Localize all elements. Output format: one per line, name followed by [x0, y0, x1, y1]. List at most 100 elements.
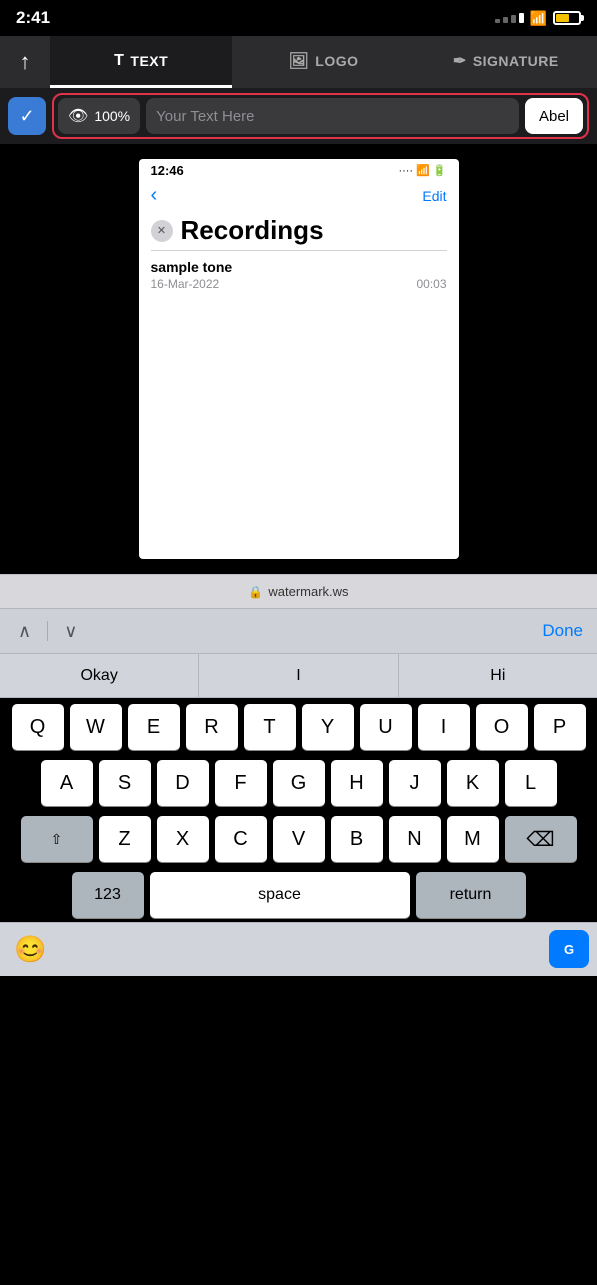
back-icon: ↑: [20, 49, 31, 75]
status-time: 2:41: [16, 8, 50, 28]
emoji-button[interactable]: 😊: [14, 934, 46, 965]
confirm-button[interactable]: ✓: [8, 97, 46, 135]
phone-screen: 12:46 ···· 📶 🔋 ‹ Edit ✕ Recordings sampl…: [139, 159, 459, 559]
key-o[interactable]: O: [476, 704, 528, 750]
font-selector[interactable]: Abel: [525, 98, 583, 134]
phone-signal-icon: ····: [398, 165, 413, 177]
keyboard-row-4: 123 space return: [4, 872, 593, 918]
key-h[interactable]: H: [331, 760, 383, 806]
key-v[interactable]: V: [273, 816, 325, 862]
signal-icon: [495, 13, 524, 23]
key-w[interactable]: W: [70, 704, 122, 750]
key-u[interactable]: U: [360, 704, 412, 750]
eye-icon: 👁: [68, 106, 88, 126]
grammarly-badge: G: [549, 930, 589, 968]
key-l[interactable]: L: [505, 760, 557, 806]
phone-x-icon: ✕: [151, 220, 173, 242]
key-n[interactable]: N: [389, 816, 441, 862]
preview-area: 12:46 ···· 📶 🔋 ‹ Edit ✕ Recordings sampl…: [0, 144, 597, 574]
shift-key[interactable]: ⇧: [21, 816, 93, 862]
toolbar-tabs: T TEXT 🖼 LOGO ✒ SIGNATURE: [50, 36, 597, 88]
key-k[interactable]: K: [447, 760, 499, 806]
bottom-toolbar: 😊 G: [0, 922, 597, 976]
key-a[interactable]: A: [41, 760, 93, 806]
back-button[interactable]: ↑: [0, 36, 50, 88]
key-z[interactable]: Z: [99, 816, 151, 862]
suggestion-i[interactable]: I: [199, 654, 398, 697]
key-y[interactable]: Y: [302, 704, 354, 750]
text-placeholder: Your Text Here: [156, 108, 254, 125]
tab-text[interactable]: T TEXT: [50, 36, 232, 88]
key-g[interactable]: G: [273, 760, 325, 806]
controls-bar: ✓ 👁 100% Your Text Here Abel: [0, 88, 597, 144]
backspace-key[interactable]: ⌫: [505, 816, 577, 862]
key-m[interactable]: M: [447, 816, 499, 862]
opacity-value: 100%: [94, 108, 130, 124]
check-icon: ✓: [19, 106, 34, 127]
input-accessory-bar: ∧ ∨ Done: [0, 608, 597, 654]
website-url: watermark.ws: [268, 584, 348, 599]
space-key[interactable]: space: [150, 872, 410, 918]
key-e[interactable]: E: [128, 704, 180, 750]
status-icons: 📶: [495, 10, 581, 27]
keyboard-row-2: A S D F G H J K L: [4, 760, 593, 806]
grammarly-label: G: [564, 942, 574, 957]
return-key[interactable]: return: [416, 872, 526, 918]
top-toolbar: ↑ T TEXT 🖼 LOGO ✒ SIGNATURE: [0, 36, 597, 88]
phone-item-date: 16-Mar-2022: [151, 277, 220, 291]
lock-icon: 🔒: [248, 585, 263, 599]
key-i[interactable]: I: [418, 704, 470, 750]
logo-tab-label: LOGO: [315, 53, 358, 69]
logo-tab-icon: 🖼: [288, 51, 309, 71]
suggestions-bar: Okay I Hi: [0, 654, 597, 698]
suggestion-hi[interactable]: Hi: [399, 654, 597, 697]
keyboard-row-3: ⇧ Z X C V B N M ⌫: [4, 816, 593, 862]
key-d[interactable]: D: [157, 760, 209, 806]
key-t[interactable]: T: [244, 704, 296, 750]
tab-signature[interactable]: ✒ SIGNATURE: [415, 36, 597, 88]
signature-tab-label: SIGNATURE: [473, 53, 559, 69]
arrow-divider: [47, 621, 48, 641]
phone-status-icons: ···· 📶 🔋: [398, 164, 446, 177]
key-b[interactable]: B: [331, 816, 383, 862]
keyboard: Q W E R T Y U I O P A S D F G H J K L ⇧ …: [0, 698, 597, 922]
phone-nav: ‹ Edit: [139, 182, 459, 211]
key-c[interactable]: C: [215, 816, 267, 862]
phone-time: 12:46: [151, 163, 184, 178]
website-bar: 🔒 watermark.ws: [0, 574, 597, 608]
arrow-up-button[interactable]: ∧: [14, 617, 35, 646]
text-tab-label: TEXT: [130, 53, 168, 69]
controls-group: 👁 100% Your Text Here Abel: [52, 93, 589, 139]
font-name-label: Abel: [539, 108, 569, 125]
phone-item: sample tone 16-Mar-2022 00:03: [139, 251, 459, 299]
phone-title: Recordings: [181, 215, 324, 246]
arrow-down-button[interactable]: ∨: [60, 617, 81, 646]
keyboard-row-1: Q W E R T Y U I O P: [4, 704, 593, 750]
wifi-icon: 📶: [530, 10, 547, 27]
phone-item-duration: 00:03: [416, 277, 446, 291]
key-j[interactable]: J: [389, 760, 441, 806]
key-q[interactable]: Q: [12, 704, 64, 750]
key-f[interactable]: F: [215, 760, 267, 806]
phone-edit-button: Edit: [422, 188, 446, 204]
phone-item-meta: 16-Mar-2022 00:03: [151, 277, 447, 291]
done-button[interactable]: Done: [542, 621, 583, 641]
signature-tab-icon: ✒: [453, 51, 467, 71]
phone-wifi-icon: 📶: [416, 164, 430, 177]
key-x[interactable]: X: [157, 816, 209, 862]
nav-arrows: ∧ ∨: [14, 617, 81, 646]
numbers-key[interactable]: 123: [72, 872, 144, 918]
key-r[interactable]: R: [186, 704, 238, 750]
text-input[interactable]: Your Text Here: [146, 98, 519, 134]
phone-title-row: ✕ Recordings: [139, 211, 459, 250]
battery-icon: [553, 11, 581, 25]
phone-status-bar: 12:46 ···· 📶 🔋: [139, 159, 459, 182]
status-bar: 2:41 📶: [0, 0, 597, 36]
opacity-control[interactable]: 👁 100%: [58, 98, 140, 134]
suggestion-okay[interactable]: Okay: [0, 654, 199, 697]
phone-item-name: sample tone: [151, 259, 447, 275]
phone-battery-icon: 🔋: [433, 164, 447, 177]
tab-logo[interactable]: 🖼 LOGO: [232, 36, 414, 88]
key-p[interactable]: P: [534, 704, 586, 750]
key-s[interactable]: S: [99, 760, 151, 806]
